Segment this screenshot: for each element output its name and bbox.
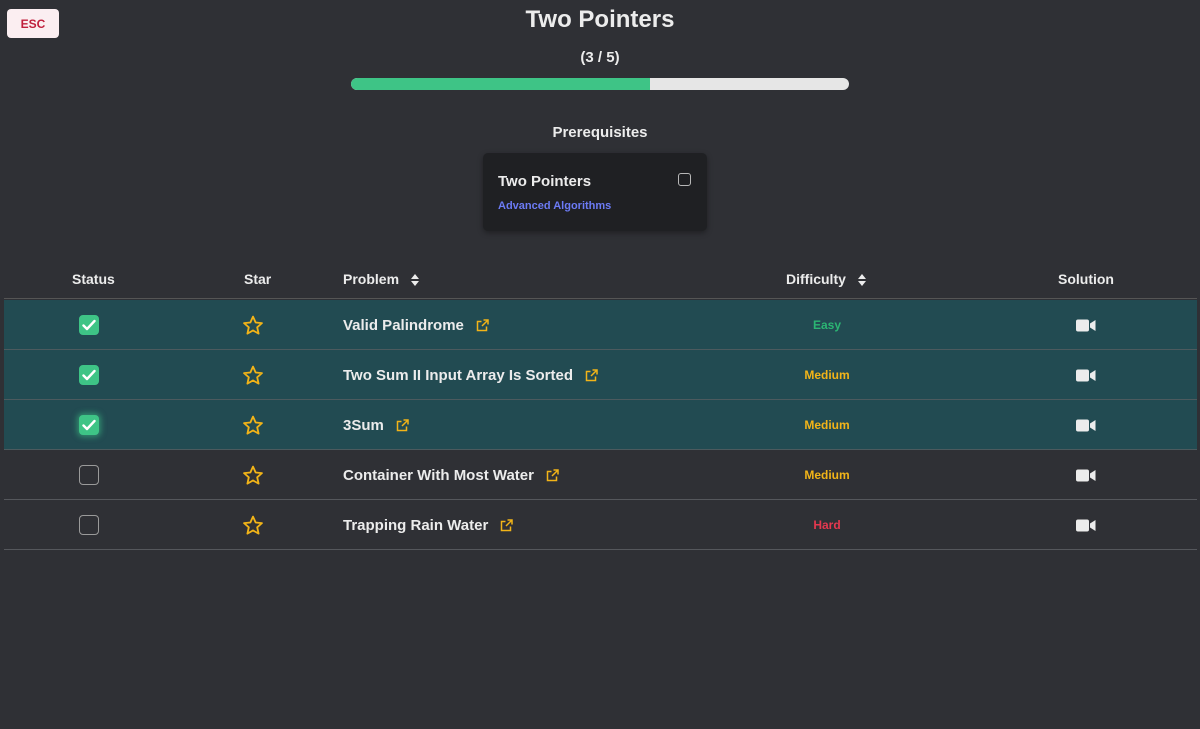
difficulty-badge: Medium: [804, 368, 850, 382]
star-outline-icon[interactable]: [242, 515, 264, 536]
progress-bar: [351, 78, 849, 90]
problem-name[interactable]: Two Sum II Input Array Is Sorted: [343, 367, 573, 384]
difficulty-badge: Medium: [804, 468, 850, 482]
header-solution: Solution: [1058, 271, 1114, 287]
video-camera-icon[interactable]: [1076, 469, 1096, 482]
page-title: Two Pointers: [525, 6, 675, 33]
table-row: Trapping Rain Water Hard: [4, 500, 1197, 550]
status-checkbox[interactable]: [79, 465, 99, 485]
prerequisite-checkbox[interactable]: [678, 173, 691, 186]
header-status: Status: [72, 271, 115, 287]
video-camera-icon[interactable]: [1076, 419, 1096, 432]
difficulty-badge: Easy: [812, 318, 842, 332]
header-star: Star: [244, 271, 272, 287]
checkmark-icon: [82, 419, 96, 431]
external-link-icon[interactable]: [396, 418, 409, 432]
problem-name[interactable]: Container With Most Water: [343, 467, 534, 484]
problem-name[interactable]: Valid Palindrome: [343, 317, 464, 334]
table-header: Status Star Problem Difficulty Solution: [4, 262, 1197, 299]
progress-fill: [351, 78, 650, 90]
star-outline-icon[interactable]: [242, 315, 264, 336]
external-link-icon[interactable]: [546, 468, 559, 482]
header-problem[interactable]: Problem: [343, 271, 419, 287]
problem-name[interactable]: Trapping Rain Water: [343, 517, 488, 534]
table-row: 3Sum Medium: [4, 400, 1197, 450]
prerequisite-card[interactable]: Two Pointers Advanced Algorithms: [483, 153, 707, 231]
checkmark-icon: [82, 319, 96, 331]
video-camera-icon[interactable]: [1076, 319, 1096, 332]
table-row: Two Sum II Input Array Is Sorted Medium: [4, 350, 1197, 400]
status-checkbox[interactable]: [79, 315, 99, 335]
external-link-icon[interactable]: [476, 318, 489, 332]
difficulty-badge: Hard: [813, 518, 841, 532]
problem-name[interactable]: 3Sum: [343, 417, 384, 434]
table-row: Container With Most Water Medium: [4, 450, 1197, 500]
star-outline-icon[interactable]: [242, 415, 264, 436]
header-difficulty[interactable]: Difficulty: [786, 271, 866, 287]
sort-updown-icon[interactable]: [857, 274, 866, 287]
progress-text: (3 / 5): [580, 49, 620, 66]
status-checkbox[interactable]: [79, 515, 99, 535]
external-link-icon[interactable]: [500, 518, 514, 532]
video-camera-icon[interactable]: [1076, 369, 1096, 382]
status-checkbox[interactable]: [79, 365, 99, 385]
star-outline-icon[interactable]: [242, 365, 264, 386]
video-camera-icon[interactable]: [1076, 519, 1096, 532]
status-checkbox[interactable]: [79, 415, 99, 435]
external-link-icon[interactable]: [585, 368, 598, 382]
header-problem-label: Problem: [343, 271, 400, 287]
table-row: Valid Palindrome Easy: [4, 300, 1197, 350]
difficulty-badge: Medium: [804, 418, 850, 432]
prerequisite-category-link[interactable]: Advanced Algorithms: [498, 200, 611, 212]
prerequisites-heading: Prerequisites: [552, 124, 648, 141]
checkmark-icon: [82, 369, 96, 381]
prerequisite-title[interactable]: Two Pointers: [498, 173, 591, 190]
sort-updown-icon[interactable]: [410, 274, 419, 287]
star-outline-icon[interactable]: [242, 465, 264, 486]
header-difficulty-label: Difficulty: [786, 271, 846, 287]
